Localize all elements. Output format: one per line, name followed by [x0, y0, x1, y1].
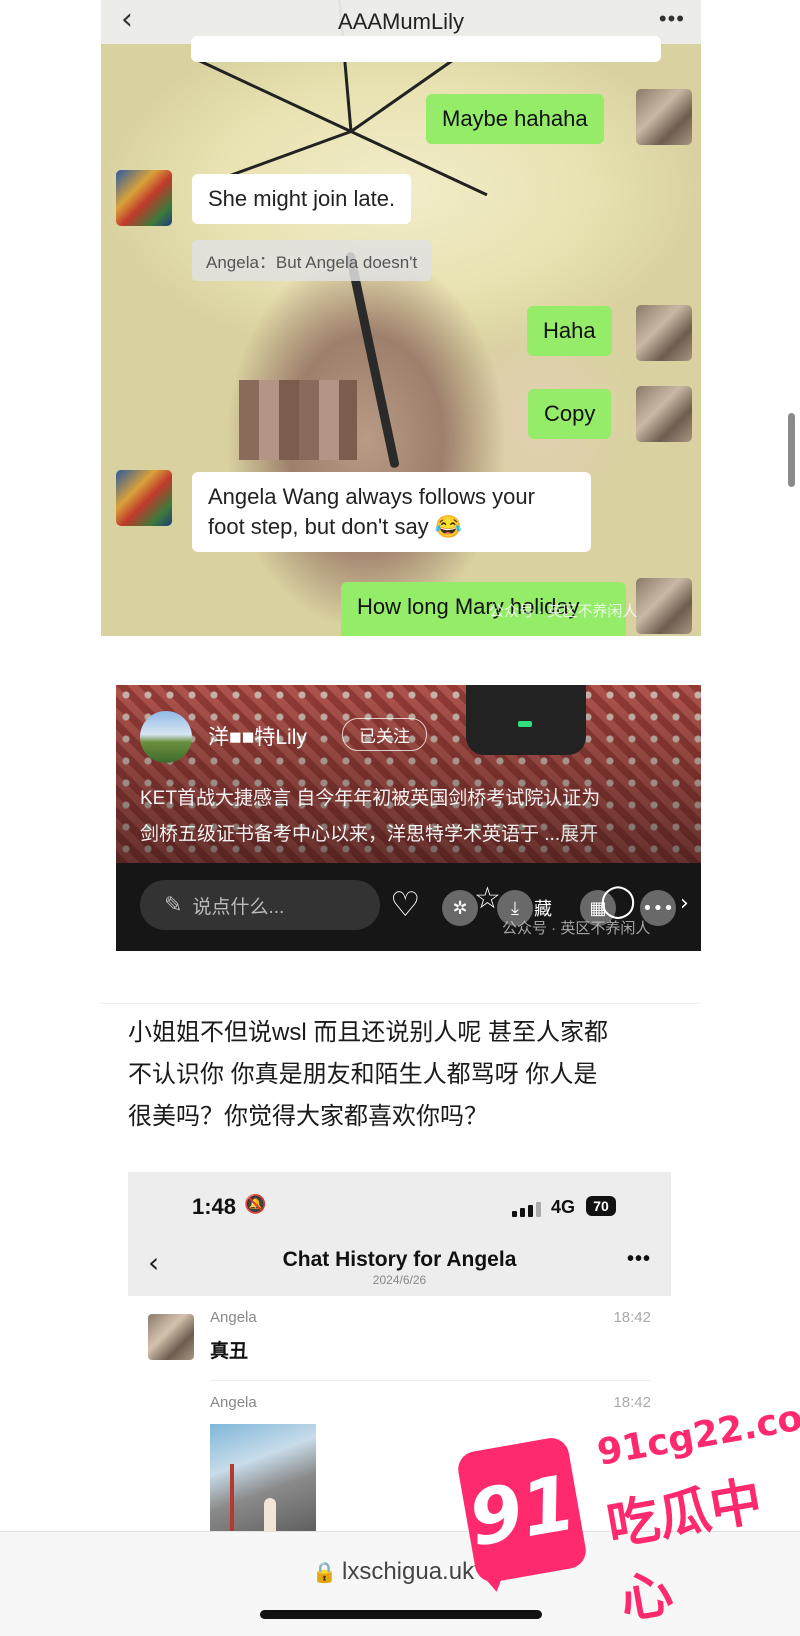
avatar-angela[interactable] [116, 170, 172, 226]
message-text: 真丑 [210, 1341, 249, 1362]
bell-muted-icon: 🔕 [244, 1194, 267, 1215]
logo-badge: 91 [455, 1435, 589, 1585]
logo-badge-tail [473, 1559, 515, 1595]
lock-icon: 🔒 [312, 1560, 337, 1584]
avatar-lily[interactable] [636, 89, 692, 145]
article-excerpt: KET首战大捷感言 自今年年初被英国剑桥考试院认证为 剑桥五级证书备考中心以来，… [140, 781, 680, 853]
url-label[interactable]: lxschigua.uk [342, 1558, 474, 1586]
home-indicator[interactable] [260, 1610, 542, 1619]
avatar-lily[interactable] [636, 578, 692, 634]
device-image [466, 685, 586, 755]
watermark: 公众号 · 英区不养闲人 [489, 603, 638, 620]
divider [210, 1380, 651, 1381]
author-name[interactable]: 洋■■特Lily [208, 721, 307, 751]
history-date: 2024/6/26 [372, 1273, 427, 1287]
logo-badge-text: 91 [462, 1456, 582, 1564]
author-avatar[interactable] [140, 711, 192, 763]
outgoing-message: Copy [528, 389, 612, 439]
incoming-message: Angela Wang always follows your foot ste… [192, 472, 591, 552]
avatar-lily[interactable] [636, 386, 692, 442]
expand-link[interactable]: 展开 [560, 824, 598, 845]
avatar-angela[interactable] [148, 1314, 194, 1360]
incoming-message: She might join late. [192, 174, 412, 224]
status-time: 1:48 [192, 1194, 237, 1219]
battery-icon: 70 [586, 1196, 616, 1216]
partial-message-bubble [191, 36, 661, 62]
heart-icon[interactable]: ♡ [390, 885, 420, 925]
sparkle-icon[interactable]: ✲ [442, 890, 478, 926]
comment-placeholder: 说点什么... [192, 896, 285, 918]
message-time: 18:42 [613, 1309, 651, 1326]
message-time: 18:42 [613, 1394, 651, 1411]
excerpt-text: KET首战大捷感言 自今年年初被英国剑桥考试院认证为 剑桥五级证书备考中心以来，… [140, 788, 601, 845]
outgoing-message: Haha [527, 306, 612, 356]
chevron-left-icon[interactable]: ‹ [121, 2, 133, 37]
site-logo: 91 [455, 1435, 589, 1604]
chat-title: AAAMumLily [338, 9, 464, 34]
network-type: 4G [551, 1197, 576, 1217]
more-dots-icon[interactable]: ••• [659, 6, 685, 32]
quoted-message: Angela：But Angela doesn't [192, 240, 432, 281]
logo-name: 吃瓜中心 [602, 1472, 767, 1631]
avatar-lily[interactable] [636, 305, 692, 361]
pencil-icon: ✎ [164, 892, 183, 918]
chevron-right-icon[interactable]: › [680, 891, 689, 916]
follow-button[interactable]: 已关注 [342, 718, 427, 751]
blurred-face [239, 380, 357, 460]
watermark: 公众号 · 英区不养闲人 [502, 920, 651, 937]
chat-screenshot: ‹ AAAMumLily ••• Maybe hahaha She might … [101, 0, 701, 636]
more-dots-icon[interactable]: ••• [627, 1248, 651, 1271]
comment-input[interactable]: ✎ 说点什么... [140, 880, 380, 930]
message-photo[interactable] [210, 1424, 316, 1532]
message-sender: Angela [210, 1394, 257, 1411]
avatar-angela[interactable] [116, 470, 172, 526]
history-title: Chat History for Angela [282, 1248, 517, 1271]
share-icon[interactable]: ◯ [600, 881, 636, 919]
chat-history-screenshot: 1:48 🔕 4G 70 ‹ Chat History for Angela 2… [128, 1172, 671, 1532]
message-sender: Angela [210, 1309, 257, 1326]
comment-text: 小姐姐不但说wsl 而且还说别人呢 甚至人家都 不认识你 你真是朋友和陌生人都骂… [128, 1019, 608, 1130]
signal-icon [512, 1201, 542, 1217]
scrollbar[interactable] [788, 413, 795, 487]
divider [100, 1003, 700, 1004]
article-card[interactable]: 洋■■特Lily 已关注 KET首战大捷感言 自今年年初被英国剑桥考试院认证为 … [116, 685, 701, 951]
outgoing-message: Maybe hahaha [426, 94, 604, 144]
umbrella-rib [196, 58, 352, 133]
